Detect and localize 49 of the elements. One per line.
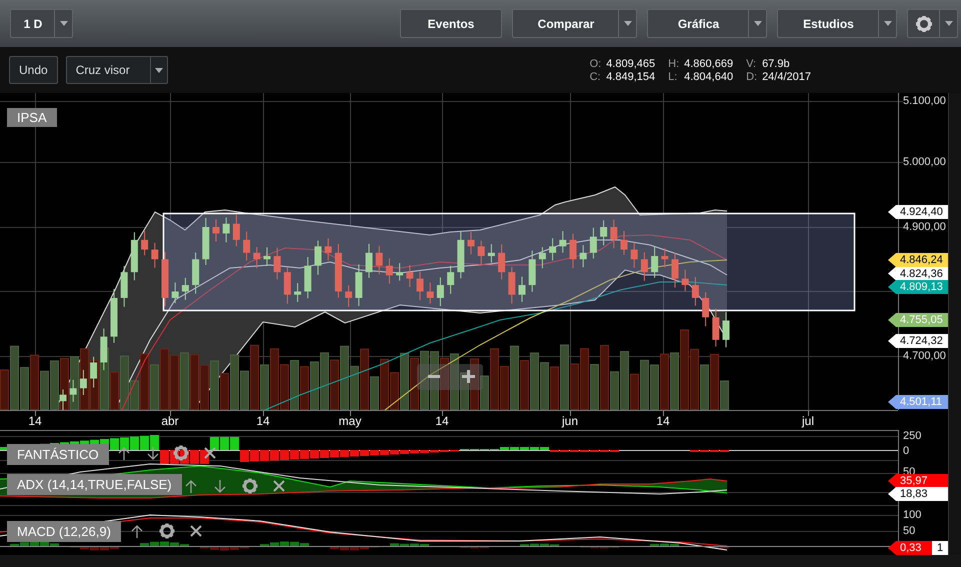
quote-label: O:	[590, 58, 602, 70]
price-tag: 4.755,05	[888, 313, 948, 327]
date-axis-label: may	[338, 414, 362, 428]
quote-value: 4.809,465	[606, 58, 656, 70]
value-tag: 0,33	[888, 541, 932, 555]
date-axis-label: 14	[28, 414, 42, 428]
price-axis-label: 4.700,00	[903, 350, 946, 362]
price-tag: 4.724,32	[888, 334, 948, 348]
toolbar-button[interactable]: Gráfica	[647, 9, 767, 38]
indicator-axis-label: 50	[903, 525, 916, 537]
date-axis-label: 14	[256, 414, 270, 428]
price-tag: 4.846,24	[888, 253, 948, 267]
quote-label: H:	[668, 58, 680, 70]
price-tag: 4.809,13	[888, 280, 948, 294]
toolbar-button[interactable]: Comparar	[512, 9, 637, 38]
indicator-label: ADX (14,14,TRUE,FALSE)	[7, 474, 182, 495]
quote-value: 67.9b	[762, 58, 791, 70]
price-axis-label: 4.900,00	[903, 221, 946, 233]
date-axis-label: abr	[161, 414, 179, 428]
quote-label: C:	[590, 70, 602, 82]
crosshair-dropdown[interactable]: Cruz visor	[66, 56, 168, 84]
date-axis-label: jun	[562, 414, 578, 428]
quote-value: 4.860,669	[684, 58, 734, 70]
toolbar-button[interactable]: Eventos	[400, 9, 502, 38]
date-axis-label: jul	[802, 414, 814, 428]
price-tag: 4.824,36	[888, 266, 948, 280]
period-button[interactable]: 1 D	[10, 9, 73, 38]
toolbar-button[interactable]: Estudios	[777, 9, 897, 38]
indicator-axis-label: 250	[903, 430, 922, 442]
quote-value: 4.849,154	[606, 70, 656, 82]
quote-label: V:	[746, 58, 758, 70]
price-tag: 4.501,11	[888, 395, 948, 409]
price-tag: 4.924,40	[888, 205, 948, 219]
indicator-axis-label: 0	[903, 445, 910, 457]
value-tag: 18,83	[888, 487, 948, 501]
price-axis-label: 5.000,00	[903, 156, 946, 168]
indicator-label: FANTÁSTICO	[7, 444, 109, 465]
date-axis-label: 14	[656, 414, 670, 428]
indicator-label: MACD (12,26,9)	[7, 521, 121, 542]
quote-value: 4.804,640	[684, 70, 734, 82]
quote-value: 24/4/2017	[762, 70, 811, 82]
value-tag: 35,97	[888, 474, 948, 488]
date-axis-label: 14	[435, 414, 449, 428]
indicator-axis-label: 100	[903, 509, 922, 521]
price-axis-label: 5.100,00	[903, 95, 946, 107]
quote-label: L:	[668, 70, 678, 82]
undo-button[interactable]: Undo	[9, 56, 58, 84]
symbol-label: IPSA	[7, 108, 57, 127]
quote-label: D:	[746, 70, 758, 82]
